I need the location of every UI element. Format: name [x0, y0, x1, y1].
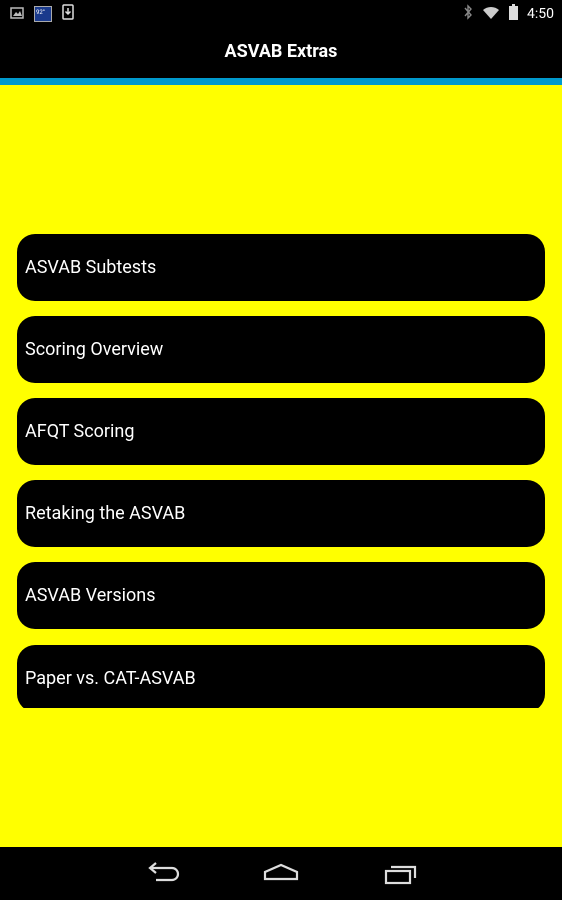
- image-icon: [10, 5, 24, 24]
- bluetooth-icon: [463, 4, 473, 24]
- status-bar: 92° 4:50: [0, 0, 562, 25]
- menu-item-label: AFQT Scoring: [25, 421, 135, 442]
- main-content: ASVAB Subtests Scoring Overview AFQT Sco…: [0, 85, 562, 847]
- back-button[interactable]: [142, 859, 182, 887]
- weather-icon: 92°: [34, 6, 52, 22]
- back-icon: [142, 862, 182, 891]
- menu-item-label: ASVAB Versions: [25, 585, 156, 606]
- menu-item-asvab-versions[interactable]: ASVAB Versions: [17, 562, 545, 629]
- app-bar: ASVAB Extras: [0, 25, 562, 78]
- accent-divider: [0, 78, 562, 85]
- status-time: 4:50: [527, 6, 554, 22]
- wifi-icon: [482, 5, 500, 24]
- menu-item-retaking-the-asvab[interactable]: Retaking the ASVAB: [17, 480, 545, 547]
- menu-item-label: Scoring Overview: [25, 339, 164, 360]
- page-title: ASVAB Extras: [224, 41, 338, 62]
- recent-apps-icon: [382, 865, 422, 891]
- navigation-bar: [0, 847, 562, 900]
- menu-item-paper-vs-cat-asvab[interactable]: Paper vs. CAT-ASVAB: [17, 645, 545, 708]
- menu-item-label: Paper vs. CAT-ASVAB: [25, 668, 196, 689]
- menu-item-asvab-subtests[interactable]: ASVAB Subtests: [17, 234, 545, 301]
- system-icons: 4:50: [463, 4, 554, 24]
- home-icon: [261, 863, 301, 891]
- battery-icon: [509, 4, 518, 24]
- menu-item-label: ASVAB Subtests: [25, 257, 157, 278]
- menu-item-afqt-scoring[interactable]: AFQT Scoring: [17, 398, 545, 465]
- menu-list[interactable]: ASVAB Subtests Scoring Overview AFQT Sco…: [17, 234, 545, 708]
- menu-item-label: Retaking the ASVAB: [25, 503, 186, 524]
- notification-icons: 92°: [10, 4, 74, 24]
- menu-item-scoring-overview[interactable]: Scoring Overview: [17, 316, 545, 383]
- home-button[interactable]: [261, 859, 301, 887]
- weather-label: 92°: [36, 9, 45, 16]
- download-icon: [62, 4, 74, 24]
- recent-apps-button[interactable]: [382, 859, 422, 887]
